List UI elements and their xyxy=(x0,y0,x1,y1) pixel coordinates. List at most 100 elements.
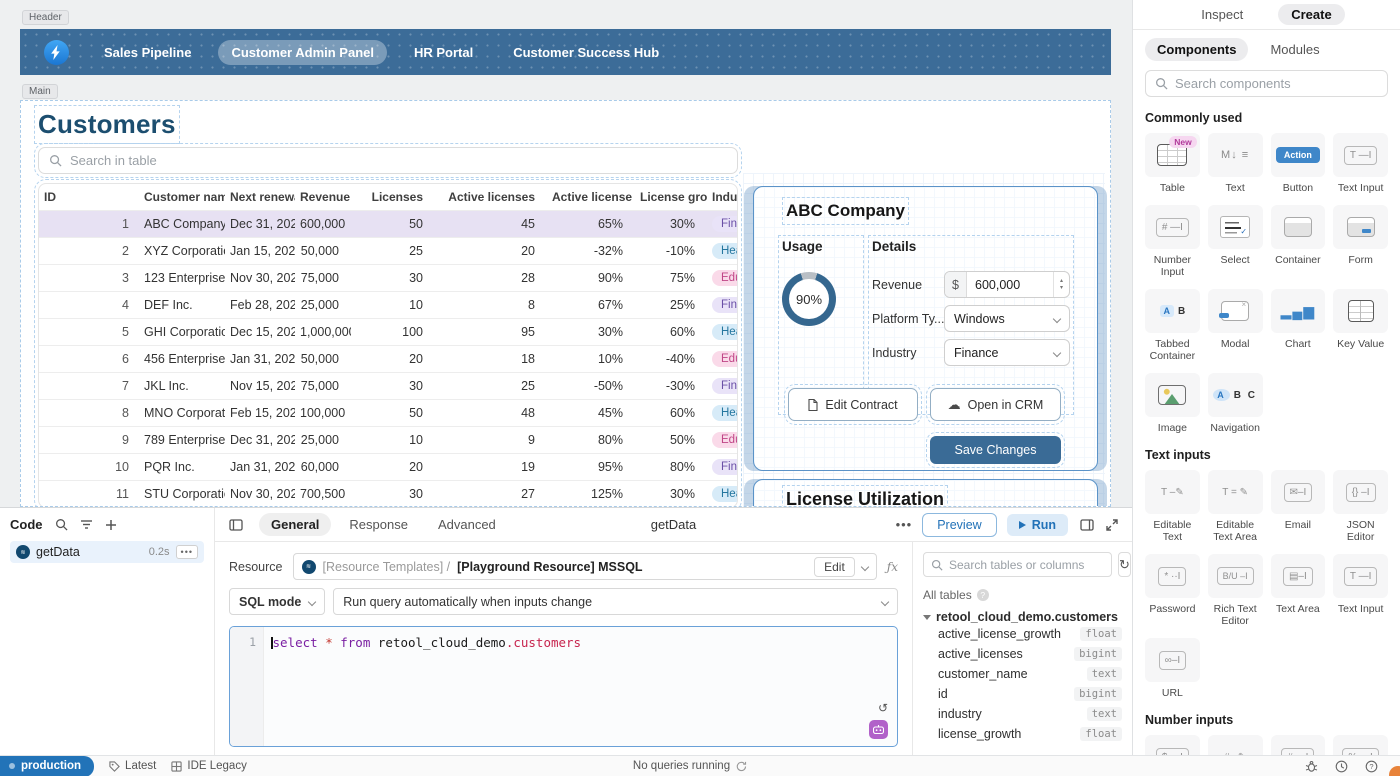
platform-select[interactable]: Windows xyxy=(944,305,1070,332)
component-card[interactable]: Container xyxy=(1271,205,1326,278)
component-card[interactable]: Modal xyxy=(1208,289,1263,362)
nav-tab[interactable]: HR Portal xyxy=(401,40,486,65)
run-mode-select[interactable]: Run query automatically when inputs chan… xyxy=(333,588,898,615)
schema-field-row[interactable]: customer_name text xyxy=(923,664,1122,684)
component-card[interactable]: JSON Editor xyxy=(1333,470,1388,543)
component-card[interactable]: Text Input xyxy=(1333,554,1388,627)
component-card[interactable]: Text Input xyxy=(1333,133,1388,194)
debug-icon[interactable] xyxy=(1305,760,1318,773)
edit-contract-button[interactable]: Edit Contract xyxy=(788,388,918,421)
main-container-tag[interactable]: Main xyxy=(22,84,58,99)
schema-field-row[interactable]: active_license_growth float xyxy=(923,624,1122,644)
component-card[interactable]: Form xyxy=(1333,205,1388,278)
nav-tab[interactable]: Sales Pipeline xyxy=(91,40,204,65)
run-button[interactable]: Run xyxy=(1007,514,1068,536)
sql-editor[interactable]: 1 select * from retool_cloud_demo.custom… xyxy=(229,626,898,747)
schema-field-row[interactable]: industry text xyxy=(923,704,1122,724)
ide-mode-selector[interactable]: IDE Legacy xyxy=(171,760,246,772)
open-in-crm-button[interactable]: ☁ Open in CRM xyxy=(930,388,1061,421)
expand-icon[interactable] xyxy=(1106,519,1118,531)
panel-layout-icon[interactable] xyxy=(1080,519,1094,531)
component-search-input[interactable] xyxy=(1175,76,1378,91)
license-utilization-panel[interactable]: License Utilization xyxy=(753,479,1098,507)
column-header[interactable]: Active license growth xyxy=(547,184,635,211)
component-card[interactable]: B C Navigation xyxy=(1208,373,1263,434)
column-header[interactable]: Revenue xyxy=(295,184,351,211)
table-search-input[interactable] xyxy=(70,153,727,168)
component-card[interactable]: Editable Text xyxy=(1145,470,1200,543)
chevron-down-icon[interactable] xyxy=(861,562,869,570)
help-icon[interactable]: ? xyxy=(1365,760,1378,773)
filter-icon[interactable] xyxy=(80,519,93,530)
schema-field-row[interactable]: id bigint xyxy=(923,684,1122,704)
version-selector[interactable]: Latest xyxy=(109,760,156,772)
table-row[interactable]: 9 789 Enterprises Dec 31, 2023 25,000 10… xyxy=(39,427,737,454)
column-header[interactable]: Industry xyxy=(707,184,737,211)
ai-assistant-icon[interactable] xyxy=(869,720,888,739)
column-header[interactable]: License growth xyxy=(635,184,707,211)
schema-table-node[interactable]: retool_cloud_demo.customers xyxy=(923,610,1122,624)
column-header[interactable]: ID xyxy=(39,184,139,211)
preview-button[interactable]: Preview xyxy=(922,513,996,537)
search-icon[interactable] xyxy=(55,518,68,531)
save-changes-button[interactable]: Save Changes xyxy=(930,436,1061,464)
component-card[interactable]: Number Input xyxy=(1145,205,1200,278)
environment-selector[interactable]: production xyxy=(0,756,94,776)
component-card[interactable]: Text xyxy=(1208,133,1263,194)
customer-detail-panel[interactable]: ABC Company Usage 90% Details Revenue $ … xyxy=(753,186,1098,471)
table-row[interactable]: 3 123 Enterprises Nov 30, 2023 75,000 30… xyxy=(39,265,737,292)
table-row[interactable]: 1 ABC Company Dec 31, 2023 600,000 50 45… xyxy=(39,211,737,238)
component-card[interactable]: Rich Text Editor xyxy=(1208,554,1263,627)
component-card[interactable]: Editable Number xyxy=(1208,735,1263,755)
column-header[interactable]: Next renewal xyxy=(225,184,295,211)
component-card[interactable]: Chart xyxy=(1271,289,1326,362)
table-row[interactable]: 2 XYZ Corporation Jan 15, 2024 50,000 25… xyxy=(39,238,737,265)
table-row[interactable]: 11 STU Corporation Nov 30, 2023 700,500 … xyxy=(39,481,737,508)
component-card[interactable]: URL xyxy=(1145,638,1200,699)
component-card[interactable]: Text Area xyxy=(1271,554,1326,627)
refresh-schema-icon[interactable]: ↻ xyxy=(1118,552,1131,577)
component-card[interactable]: Email xyxy=(1271,470,1326,543)
query-tab[interactable]: Advanced xyxy=(426,513,508,536)
component-card[interactable]: New Table xyxy=(1145,133,1200,194)
component-card[interactable]: B Tabbed Container xyxy=(1145,289,1200,362)
nav-tab[interactable]: Customer Admin Panel xyxy=(218,40,387,65)
component-card[interactable]: Key Value xyxy=(1333,289,1388,362)
revenue-input[interactable]: $ 600,000 ▴▾ xyxy=(944,271,1070,298)
schema-field-row[interactable]: active_licenses bigint xyxy=(923,644,1122,664)
table-row[interactable]: 8 MNO Corporation Feb 15, 2024 100,000 5… xyxy=(39,400,737,427)
column-header[interactable]: Active licenses xyxy=(435,184,547,211)
nav-tab[interactable]: Customer Success Hub xyxy=(500,40,672,65)
component-card[interactable]: Number Input xyxy=(1271,735,1326,755)
info-icon[interactable]: ? xyxy=(977,589,989,601)
component-card[interactable]: Select xyxy=(1208,205,1263,278)
table-row[interactable]: 10 PQR Inc. Jan 31, 2024 60,000 20 19 95… xyxy=(39,454,737,481)
component-card[interactable]: Percent xyxy=(1333,735,1388,755)
history-icon[interactable] xyxy=(1335,760,1348,773)
table-row[interactable]: 5 GHI Corporation Dec 15, 2023 1,000,000… xyxy=(39,319,737,346)
component-card[interactable]: Editable Text Area xyxy=(1208,470,1263,543)
resource-select[interactable]: ≋ [Resource Templates] / [Playground Res… xyxy=(293,553,877,580)
component-search[interactable] xyxy=(1145,70,1388,97)
table-row[interactable]: 4 DEF Inc. Feb 28, 2024 25,000 10 8 67% … xyxy=(39,292,737,319)
fx-icon[interactable]: ƒx xyxy=(887,560,898,574)
component-card[interactable]: Password xyxy=(1145,554,1200,627)
schema-search[interactable] xyxy=(923,552,1112,577)
column-header[interactable]: Customer name xyxy=(139,184,225,211)
component-card[interactable]: Image xyxy=(1145,373,1200,434)
revenue-stepper[interactable]: ▴▾ xyxy=(1053,272,1069,297)
table-search[interactable] xyxy=(38,147,738,174)
add-query-icon[interactable] xyxy=(105,519,117,531)
schema-field-row[interactable]: license_growth float xyxy=(923,724,1122,744)
panel-toggle-icon[interactable] xyxy=(229,519,243,531)
library-subtab[interactable]: Modules xyxy=(1258,38,1331,61)
edit-resource-button[interactable]: Edit xyxy=(814,557,855,577)
right-panel-tab[interactable]: Create xyxy=(1278,4,1344,25)
reset-query-icon[interactable]: ↺ xyxy=(878,701,888,715)
schema-search-input[interactable] xyxy=(949,558,1104,572)
query-tab[interactable]: General xyxy=(259,513,331,536)
library-subtab[interactable]: Components xyxy=(1145,38,1248,61)
table-row[interactable]: 7 JKL Inc. Nov 15, 2023 75,000 30 25 -50… xyxy=(39,373,737,400)
header-container-tag[interactable]: Header xyxy=(22,10,69,25)
component-card[interactable]: Currency xyxy=(1145,735,1200,755)
